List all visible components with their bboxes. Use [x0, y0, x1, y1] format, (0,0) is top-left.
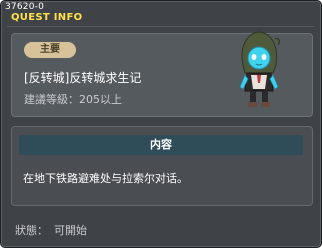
quest-description: 在地下铁路避难处与拉索尔对话。: [23, 172, 188, 185]
quest-type-badge: 主要: [24, 42, 76, 58]
quest-info-window: 37620-0 QUEST INFO 主要 [反转城]反转城求生记 建議等級：2…: [0, 0, 322, 248]
quest-content-card: 内容 在地下铁路避难处与拉索尔对话。: [11, 126, 313, 206]
title-divider: [7, 26, 315, 27]
quest-name: [反转城]反转城求生记: [24, 71, 142, 85]
quest-id-label: 37620-0: [5, 2, 45, 12]
quest-status: 狀態： 可開始: [15, 222, 93, 238]
window-title: QUEST INFO: [11, 12, 83, 23]
npc-portrait-icon: [239, 31, 280, 107]
quest-level-requirement: 建議等級：205以上: [24, 93, 122, 106]
content-section-header: 内容: [19, 135, 303, 155]
status-value: 可開始: [54, 224, 87, 237]
status-label: 狀態：: [15, 224, 48, 237]
